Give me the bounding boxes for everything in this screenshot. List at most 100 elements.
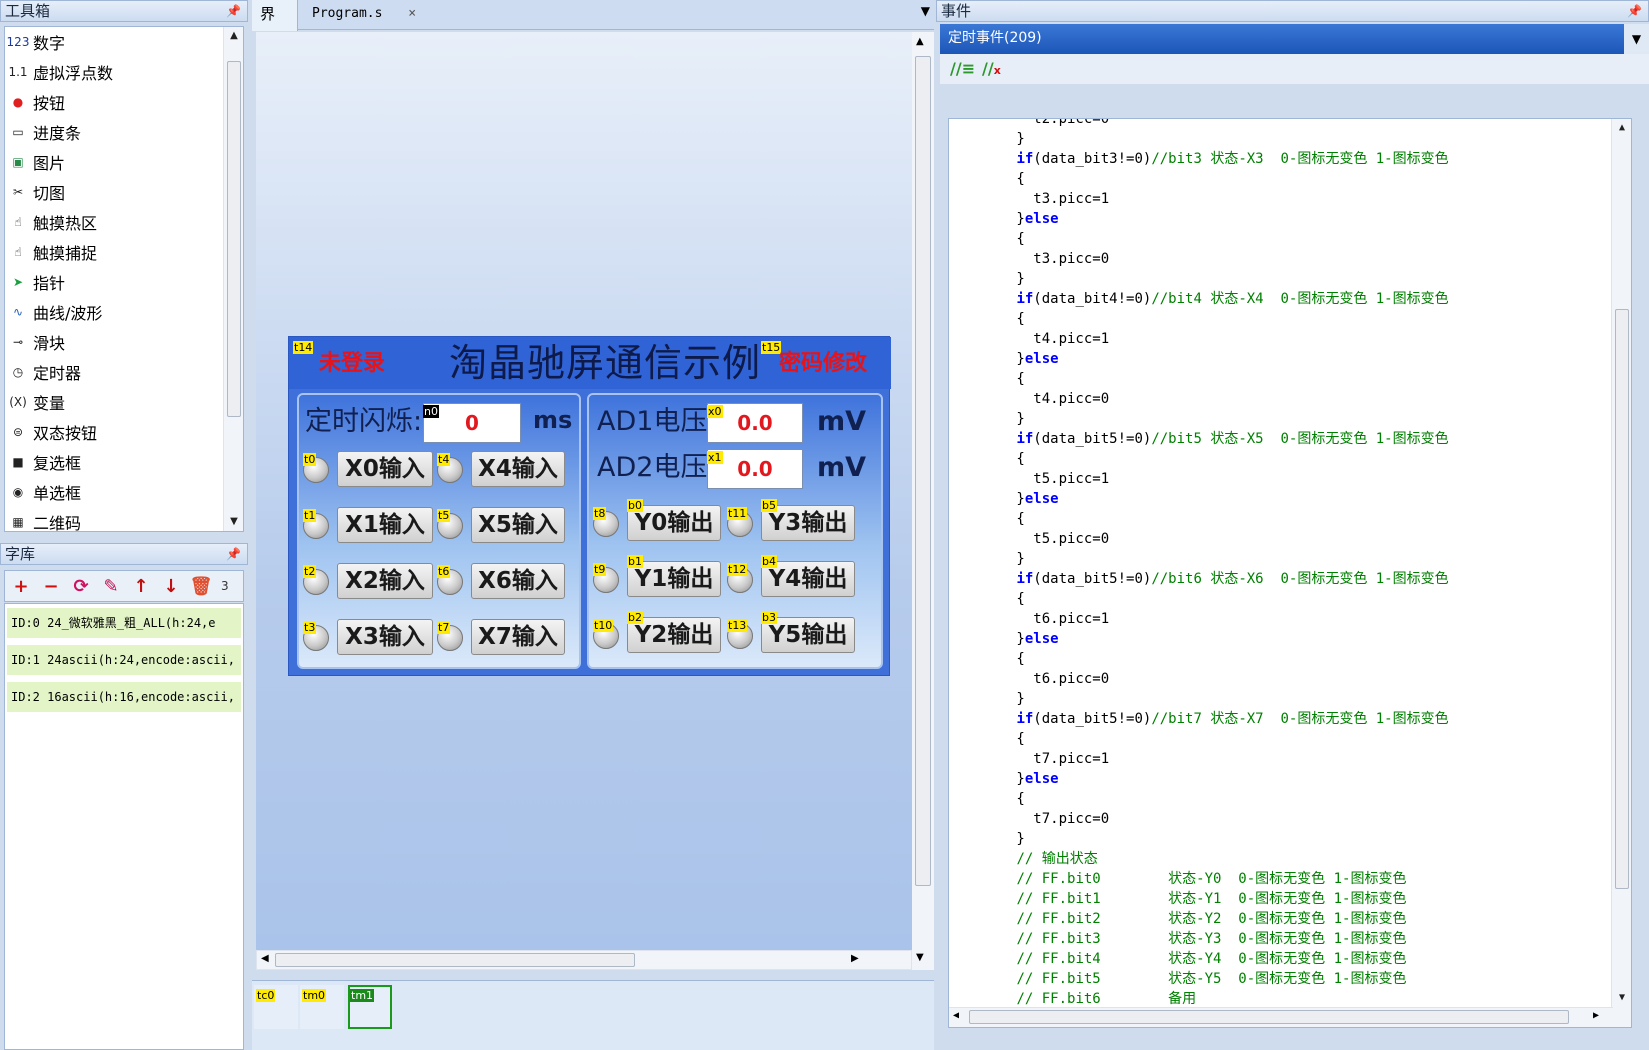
toolbox-item[interactable]: ● 按钮 bbox=[5, 87, 243, 117]
output-button-tag: b0 bbox=[627, 499, 643, 512]
toolbox-item-label: 二维码 bbox=[33, 514, 82, 532]
delete-icon[interactable]: 🗑 bbox=[190, 575, 213, 597]
comment-icon[interactable]: //≡ bbox=[950, 59, 975, 78]
code-line: }else bbox=[949, 631, 1059, 647]
code-line: t5.picc=0 bbox=[949, 531, 1110, 547]
scroll-thumb[interactable] bbox=[275, 953, 635, 967]
input-group-box: 定时闪烁: 0 n0 ms t0 X0输入 t1 X1输入 t2 X2输入 t3 X3输入 t4… bbox=[297, 393, 581, 669]
scroll-right-icon[interactable]: ▶ bbox=[851, 953, 859, 964]
uncomment-icon[interactable]: //x bbox=[982, 59, 1001, 78]
change-password-label[interactable]: 密码修改 bbox=[779, 351, 867, 377]
event-selector[interactable]: 定时事件(209) bbox=[940, 24, 1624, 54]
code-line: // FF.bit3 状态-Y3 0-图标无变色 1-图标变色 bbox=[1016, 931, 1407, 947]
scroll-down-icon[interactable]: ▼ bbox=[1612, 989, 1631, 1007]
login-status-label[interactable]: 未登录 bbox=[319, 351, 385, 377]
toolbox-item-label: 图片 bbox=[33, 154, 66, 173]
toolbox-item[interactable]: ✂ 切图 bbox=[5, 177, 243, 207]
close-icon[interactable]: × bbox=[408, 6, 416, 21]
scroll-right-icon[interactable]: ▶ bbox=[1593, 1010, 1599, 1021]
ad1-unit: mV bbox=[817, 406, 867, 437]
move-down-icon[interactable]: ↓ bbox=[161, 575, 181, 597]
code-line: if(data_bit5!=0)//bit5 状态-X5 0-图标无变色 1-图… bbox=[1016, 431, 1449, 447]
scroll-up-icon[interactable]: ▲ bbox=[1612, 119, 1631, 137]
scroll-left-icon[interactable]: ◀ bbox=[953, 1010, 959, 1021]
code-line: if(data_bit5!=0)//bit7 状态-X7 0-图标无变色 1-图… bbox=[1016, 711, 1449, 727]
toolbox-item[interactable]: 1.1 虚拟浮点数 bbox=[5, 57, 243, 87]
toolbox-item[interactable]: ∿ 曲线/波形 bbox=[5, 297, 243, 327]
input-button[interactable]: X0输入 bbox=[337, 451, 433, 487]
scroll-up-icon[interactable]: ▲ bbox=[224, 27, 243, 45]
toolbox-list: 123 数字 1.1 虚拟浮点数 ● 按钮 ▭ 进度条 ▣ 图片 ✂ 切图 ☝ 触摸热区 ☝ 触摸捕捉 ➤ 指针 ∿… bbox=[4, 26, 244, 532]
tab-interface[interactable]: 界面 bbox=[252, 0, 298, 51]
toolbox-item[interactable]: ⊜ 双态按钮 bbox=[5, 417, 243, 447]
add-icon[interactable]: + bbox=[11, 575, 31, 597]
output-button-tag: b1 bbox=[627, 555, 643, 568]
font-row[interactable]: ID:0 24_微软雅黑_粗_ALL(h:24,e bbox=[7, 608, 241, 638]
input-button[interactable]: X2输入 bbox=[337, 563, 433, 599]
ad2-unit: mV bbox=[817, 452, 867, 483]
toolbox-item[interactable]: ▭ 进度条 bbox=[5, 117, 243, 147]
input-button[interactable]: X6输入 bbox=[471, 563, 565, 599]
toolbox-item[interactable]: (X) 变量 bbox=[5, 387, 243, 417]
toolbox-item[interactable]: ▣ 图片 bbox=[5, 147, 243, 177]
scroll-thumb[interactable] bbox=[1615, 309, 1629, 889]
toolbox-item[interactable]: ■ 复选框 bbox=[5, 447, 243, 477]
toolbox-item[interactable]: ▦ 二维码 bbox=[5, 507, 243, 532]
scroll-up-icon[interactable]: ▲ bbox=[916, 36, 924, 47]
toolbox-item[interactable]: ☝ 触摸热区 bbox=[5, 207, 243, 237]
scroll-thumb[interactable] bbox=[969, 1010, 1569, 1024]
toolbox-item[interactable]: ⊸ 滑块 bbox=[5, 327, 243, 357]
code-line: t3.picc=1 bbox=[949, 191, 1110, 207]
input-led-tag: t0 bbox=[303, 453, 317, 466]
input-button[interactable]: X3输入 bbox=[337, 619, 433, 655]
code-editor[interactable]: t2.picc=0 } if(data_bit3!=0)//bit3 状态-X3… bbox=[948, 118, 1632, 1028]
toolbox-item[interactable]: 123 数字 bbox=[5, 27, 243, 57]
code-line: if(data_bit4!=0)//bit4 状态-X4 0-图标无变色 1-图… bbox=[1016, 291, 1449, 307]
component-tm0[interactable]: tm0 bbox=[300, 985, 344, 1029]
qrcode-icon: ▦ bbox=[12, 515, 24, 529]
tag-tc0: tc0 bbox=[256, 989, 276, 1002]
remove-icon[interactable]: − bbox=[41, 575, 61, 597]
tab-program[interactable]: Program.s × bbox=[304, 0, 424, 31]
toolbox-item-label: 双态按钮 bbox=[33, 424, 98, 443]
tab-dropdown-icon[interactable]: ▼ bbox=[921, 4, 930, 18]
font-row[interactable]: ID:1 24ascii(h:24,encode:ascii, bbox=[7, 645, 241, 675]
code-vscrollbar[interactable]: ▲ ▼ bbox=[1611, 119, 1631, 1027]
input-button[interactable]: X7输入 bbox=[471, 619, 565, 655]
scroll-down-icon[interactable]: ▼ bbox=[224, 513, 243, 531]
pin-icon[interactable]: 📌 bbox=[1627, 1, 1642, 21]
code-line: if(data_bit5!=0)//bit6 状态-X6 0-图标无变色 1-图… bbox=[1016, 571, 1449, 587]
toolbox-item[interactable]: ☝ 触摸捕捉 bbox=[5, 237, 243, 267]
scroll-down-icon[interactable]: ▼ bbox=[916, 952, 924, 963]
design-canvas[interactable]: t14 未登录 淘晶驰屏通信示例 t15 密码修改 定时闪烁: 0 n0 ms … bbox=[256, 32, 912, 950]
component-tc0[interactable]: tc0 bbox=[254, 985, 298, 1029]
font-library-header: 字库 📌 bbox=[0, 543, 248, 565]
input-button[interactable]: X4输入 bbox=[471, 451, 565, 487]
pin-icon[interactable]: 📌 bbox=[226, 544, 241, 564]
move-up-icon[interactable]: ↑ bbox=[131, 575, 151, 597]
canvas-hscrollbar[interactable]: ◀ ▶ bbox=[256, 950, 912, 970]
timer-label: 定时闪烁: bbox=[305, 406, 423, 437]
scroll-thumb[interactable] bbox=[915, 56, 931, 886]
toolbox-item[interactable]: ➤ 指针 bbox=[5, 267, 243, 297]
progress-icon: ▭ bbox=[12, 125, 24, 139]
scroll-left-icon[interactable]: ◀ bbox=[261, 953, 269, 964]
input-button[interactable]: X5输入 bbox=[471, 507, 565, 543]
font-row[interactable]: ID:2 16ascii(h:16,encode:ascii, bbox=[7, 682, 241, 712]
toolbox-item[interactable]: ◷ 定时器 bbox=[5, 357, 243, 387]
toolbox-scrollbar[interactable]: ▲ ▼ bbox=[223, 27, 243, 531]
chevron-down-icon[interactable]: ▼ bbox=[1624, 24, 1649, 54]
code-line: // 输出状态 bbox=[1016, 851, 1098, 867]
code-hscrollbar[interactable]: ◀ ▶ bbox=[949, 1007, 1613, 1027]
refresh-icon[interactable]: ⟳ bbox=[71, 575, 91, 597]
scroll-thumb[interactable] bbox=[227, 61, 241, 417]
pin-icon[interactable]: 📌 bbox=[226, 1, 241, 21]
event-toolbar: //≡ //x bbox=[940, 54, 1649, 84]
hmi-screen: t14 未登录 淘晶驰屏通信示例 t15 密码修改 定时闪烁: 0 n0 ms … bbox=[288, 336, 891, 676]
canvas-vscrollbar[interactable]: ▲ ▼ bbox=[912, 32, 934, 970]
input-button[interactable]: X1输入 bbox=[337, 507, 433, 543]
component-tm1[interactable]: tm1 bbox=[348, 985, 392, 1029]
edit-icon[interactable]: ✎ bbox=[101, 575, 121, 597]
code-line: } bbox=[949, 831, 1025, 847]
toolbox-item[interactable]: ◉ 单选框 bbox=[5, 477, 243, 507]
